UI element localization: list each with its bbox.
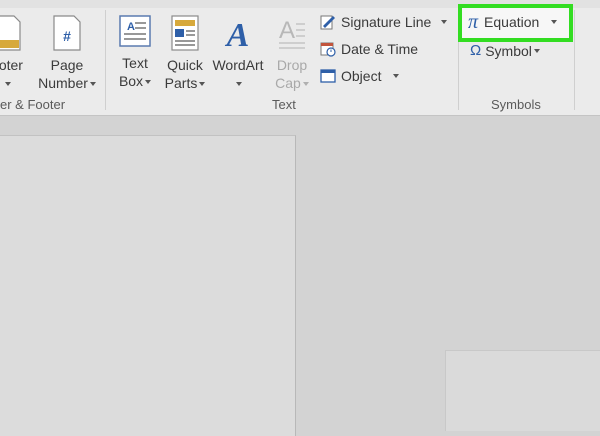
text-box-label-line2: Box <box>118 73 144 89</box>
date-time-label: Date & Time <box>341 41 419 57</box>
quick-parts-label-line2: Parts <box>164 75 198 91</box>
svg-text:A: A <box>279 17 295 44</box>
omega-icon: Ω <box>470 42 482 59</box>
object-button[interactable]: Object <box>320 68 400 84</box>
text-box-label-line1: Text <box>122 55 148 71</box>
page-number-label-line1: Page <box>50 57 84 73</box>
document-page[interactable] <box>0 135 296 436</box>
chevron-down-icon <box>89 82 96 87</box>
quick-parts-button[interactable]: Quick Parts <box>162 14 208 92</box>
quick-parts-label-line1: Quick <box>167 57 203 73</box>
drop-cap-label-line1: Drop <box>276 57 308 73</box>
document-page-secondary[interactable] <box>445 350 600 431</box>
signature-line-button[interactable]: Signature Line <box>320 14 448 30</box>
date-time-button[interactable]: Date & Time <box>320 41 418 57</box>
chevron-down-icon <box>533 48 540 53</box>
symbols-group-label: Symbols <box>491 97 541 112</box>
object-icon <box>320 69 336 83</box>
chevron-down-icon <box>236 82 242 87</box>
chevron-down-icon <box>441 20 448 24</box>
footer-button[interactable]: ooter <box>0 14 28 92</box>
chevron-down-icon <box>5 82 11 87</box>
text-group-label: Text <box>272 97 296 112</box>
footer-icon <box>0 15 21 51</box>
signature-line-label: Signature Line <box>341 14 432 30</box>
wordart-button[interactable]: A WordArt <box>209 14 267 92</box>
drop-cap-button[interactable]: A Drop Cap <box>270 14 314 92</box>
equation-button[interactable]: π Equation <box>468 11 558 33</box>
group-separator <box>105 10 106 110</box>
pi-icon: π <box>468 11 479 33</box>
page-number-button[interactable]: # Page Number <box>36 14 98 92</box>
header-footer-group-label: er & Footer <box>0 97 66 112</box>
calendar-clock-icon <box>320 42 336 57</box>
chevron-down-icon <box>145 80 152 85</box>
drop-cap-label-line2: Cap <box>275 75 301 91</box>
symbol-button[interactable]: Ω Symbol <box>470 42 540 59</box>
chevron-down-icon <box>199 82 206 87</box>
page-number-icon: # <box>53 15 81 51</box>
wordart-label: WordArt <box>212 57 264 73</box>
wordart-icon: A <box>225 17 250 52</box>
object-label: Object <box>341 68 382 84</box>
svg-text:A: A <box>225 17 250 52</box>
svg-text:A: A <box>127 21 135 33</box>
text-box-button[interactable]: A Text Box <box>112 14 158 90</box>
quick-parts-icon <box>171 15 199 51</box>
svg-text:#: # <box>63 28 71 44</box>
text-box-icon: A <box>119 15 151 47</box>
symbol-label: Symbol <box>485 42 532 59</box>
ribbon: ooter # Page Number er & Footer A Text B… <box>0 0 600 116</box>
footer-label: ooter <box>0 57 23 73</box>
chevron-down-icon <box>302 82 309 87</box>
chevron-down-icon <box>393 74 400 78</box>
signature-line-icon <box>320 15 335 30</box>
page-number-label-line2: Number <box>38 75 88 91</box>
group-separator <box>574 10 575 110</box>
drop-cap-icon: A <box>279 17 305 49</box>
equation-label: Equation <box>484 14 540 30</box>
chevron-down-icon <box>551 20 558 24</box>
